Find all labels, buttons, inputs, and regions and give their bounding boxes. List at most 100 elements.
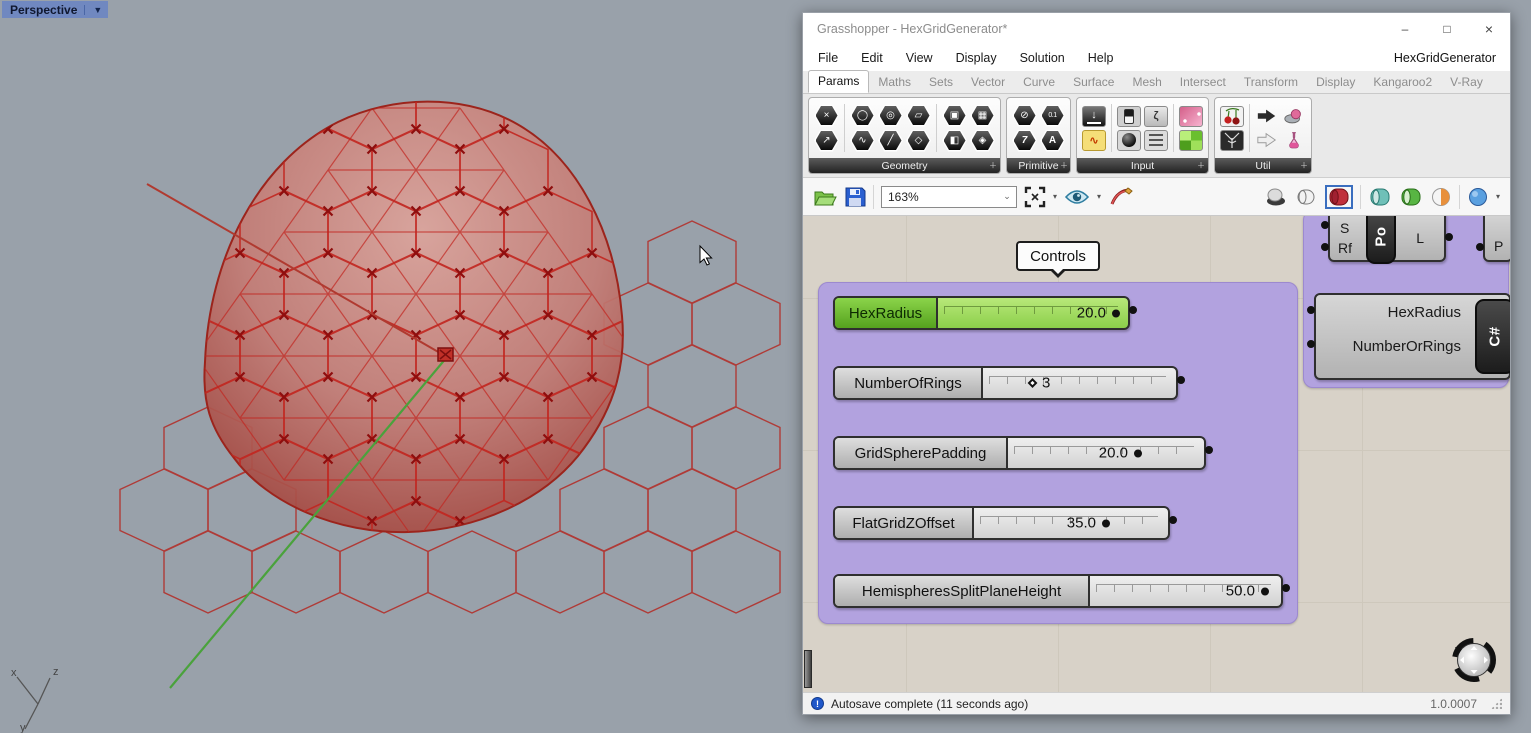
tab-mesh[interactable]: Mesh (1123, 72, 1170, 93)
slider-track[interactable]: 20.0 (1008, 438, 1204, 468)
eye-dropdown-caret[interactable]: ▾ (1097, 192, 1101, 201)
input-nub-s[interactable] (1321, 221, 1329, 229)
slider-output-nub[interactable] (1169, 516, 1177, 524)
expand-arrow-icon[interactable]: ＋ (1197, 160, 1205, 171)
output-nub-l[interactable] (1445, 233, 1453, 241)
menu-solution[interactable]: Solution (1020, 51, 1065, 65)
integer-param-icon[interactable]: 7 (1012, 130, 1037, 152)
slider-hemispheressplitplaneheight[interactable]: HemispheresSplitPlaneHeight 50.0 (833, 574, 1283, 608)
graph-mapper-icon[interactable]: ∿ (1082, 130, 1106, 151)
preview-custom-green-icon[interactable] (1399, 187, 1423, 207)
tab-transform[interactable]: Transform (1235, 72, 1307, 93)
subd-param-icon[interactable]: ◈ (970, 130, 995, 152)
open-file-icon[interactable] (813, 186, 837, 208)
grasshopper-canvas[interactable]: Controls HexRadius 20.0 NumberOfRings (803, 216, 1510, 692)
populate-capsule[interactable]: Po (1366, 216, 1396, 264)
menu-display[interactable]: Display (956, 51, 997, 65)
boolean-param-icon[interactable]: ⊘ (1012, 105, 1037, 127)
relay-icon[interactable] (1255, 130, 1279, 151)
menu-file[interactable]: File (818, 51, 838, 65)
save-file-icon[interactable] (844, 186, 866, 208)
tab-curve[interactable]: Curve (1014, 72, 1064, 93)
expand-arrow-icon[interactable]: ＋ (1060, 160, 1068, 171)
group-label-tag[interactable]: Controls (1016, 241, 1100, 271)
menu-help[interactable]: Help (1088, 51, 1114, 65)
preview-sphere-icon[interactable] (1430, 187, 1452, 207)
galapagos-icon[interactable] (1220, 130, 1244, 151)
input-nub-rf[interactable] (1321, 243, 1329, 251)
zoom-extents-icon[interactable] (1024, 186, 1046, 208)
tab-maths[interactable]: Maths (869, 72, 920, 93)
expand-arrow-icon[interactable]: ＋ (1300, 160, 1308, 171)
slider-gridspherepadding[interactable]: GridSpherePadding 20.0 (833, 436, 1206, 470)
preview-custom-teal-icon[interactable] (1368, 187, 1392, 207)
preview-eye-icon[interactable] (1064, 188, 1090, 206)
zoom-dropdown-caret[interactable]: ▾ (1053, 192, 1057, 201)
tab-intersect[interactable]: Intersect (1171, 72, 1235, 93)
tab-surface[interactable]: Surface (1064, 72, 1123, 93)
number-slider-icon[interactable]: ↓ (1082, 106, 1106, 127)
circle-param-icon[interactable]: ◯ (850, 105, 875, 127)
preview-shaded-icon[interactable] (1328, 188, 1350, 206)
tab-sets[interactable]: Sets (920, 72, 962, 93)
populate-component[interactable]: S Rf Po L (1328, 216, 1446, 262)
combo-dropdown-icon[interactable]: ⌄ (998, 191, 1016, 202)
tab-display[interactable]: Display (1307, 72, 1364, 93)
group-label-primitive[interactable]: Primitive ＋ (1007, 158, 1070, 173)
line-param-icon[interactable]: ╱ (878, 130, 903, 152)
display-dropdown-caret[interactable]: ▾ (1496, 192, 1500, 201)
image-sampler-icon[interactable] (1179, 130, 1203, 151)
text-param-icon[interactable]: A (1040, 130, 1065, 152)
slider-output-nub[interactable] (1205, 446, 1213, 454)
tab-vray[interactable]: V-Ray (1441, 72, 1492, 93)
slider-output-nub[interactable] (1129, 306, 1137, 314)
script-component[interactable]: HexRadius NumberOrRings C# (1314, 293, 1510, 380)
tab-kangaroo2[interactable]: Kangaroo2 (1364, 72, 1441, 93)
preview-wireframe-icon[interactable] (1294, 187, 1318, 207)
viewport-tab-dropdown-icon[interactable]: ▼ (84, 5, 108, 15)
md-slider-icon[interactable]: ζ (1144, 106, 1168, 127)
sketch-pen-icon[interactable] (1108, 186, 1134, 208)
curve-param-icon[interactable]: ◎ (878, 105, 903, 127)
input-nub-hexradius[interactable] (1307, 306, 1315, 314)
slider-knob[interactable] (1261, 587, 1269, 595)
minimize-button[interactable]: – (1384, 13, 1426, 45)
vector-param-icon[interactable]: ↗ (814, 130, 839, 152)
rhino-viewport[interactable]: x z y (0, 0, 802, 733)
partial-component[interactable]: P (1483, 216, 1510, 262)
data-recorder-icon[interactable] (1282, 106, 1306, 127)
slider-output-nub[interactable] (1177, 376, 1185, 384)
surface-param-icon[interactable]: ◧ (942, 130, 967, 152)
gradient-icon[interactable] (1179, 106, 1203, 127)
geometry-param-icon[interactable]: × (814, 105, 839, 127)
resize-grip[interactable] (1491, 698, 1502, 709)
slider-output-nub[interactable] (1282, 584, 1290, 592)
close-button[interactable]: × (1468, 13, 1510, 45)
slider-flatgridzoffset[interactable]: FlatGridZOffset 35.0 (833, 506, 1170, 540)
number-param-icon[interactable]: 0.1 (1040, 105, 1065, 127)
title-bar[interactable]: Grasshopper - HexGridGenerator* – □ × (803, 13, 1510, 45)
menu-view[interactable]: View (906, 51, 933, 65)
viewport-tab-perspective[interactable]: Perspective ▼ (2, 1, 108, 18)
data-dam-icon[interactable] (1255, 106, 1279, 127)
slider-knob[interactable] (1028, 378, 1038, 388)
slider-knob[interactable] (1134, 449, 1142, 457)
maximize-button[interactable]: □ (1426, 13, 1468, 45)
slider-knob[interactable] (1102, 519, 1110, 527)
slider-numberofrings[interactable]: NumberOfRings 3 (833, 366, 1178, 400)
slider-knob[interactable] (1112, 309, 1120, 317)
slider-track[interactable]: 20.0 (938, 298, 1128, 328)
cherry-picker-icon[interactable] (1220, 106, 1244, 127)
control-knob-icon[interactable] (1117, 130, 1141, 151)
mesh-param-icon[interactable]: ▦ (970, 105, 995, 127)
canvas-vertical-scrollbar[interactable] (804, 650, 812, 688)
group-label-geometry[interactable]: Geometry ＋ (809, 158, 1000, 173)
canvas-nav-ball[interactable] (1447, 633, 1499, 685)
expand-arrow-icon[interactable]: ＋ (989, 160, 997, 171)
arc-param-icon[interactable]: ∿ (850, 130, 875, 152)
group-label-util[interactable]: Util ＋ (1215, 158, 1311, 173)
menu-edit[interactable]: Edit (861, 51, 883, 65)
zoom-level-combo[interactable]: 163% ⌄ (881, 186, 1017, 208)
display-blue-sphere-icon[interactable] (1467, 187, 1489, 207)
trigger-icon[interactable] (1282, 130, 1306, 151)
